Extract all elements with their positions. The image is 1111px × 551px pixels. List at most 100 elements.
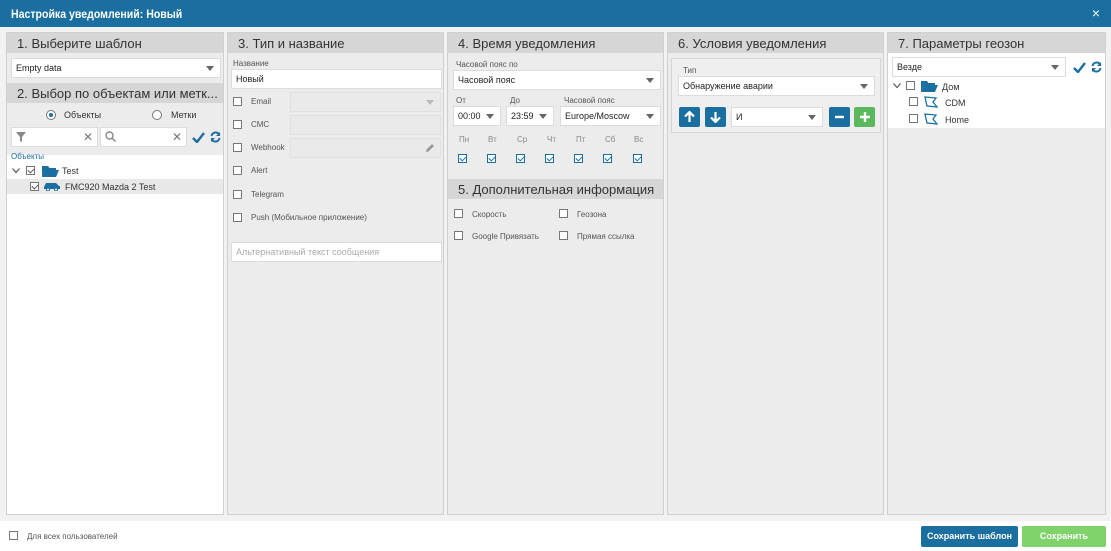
geofence-item-label[interactable]: Home <box>945 115 969 125</box>
type-name-header: 3. Тип и название <box>228 33 443 53</box>
webhook-checkbox[interactable] <box>233 143 242 152</box>
day-label: Пт <box>576 135 586 144</box>
search-input[interactable]: ✕ <box>100 127 187 147</box>
radio-objects[interactable] <box>46 110 56 120</box>
webhook-input[interactable] <box>290 138 441 158</box>
day-label: Ср <box>517 135 528 144</box>
chevron-down-icon <box>539 114 547 119</box>
objects-section-label: Объекты <box>11 152 44 161</box>
extra-option-label: Геозона <box>577 210 607 219</box>
tree-test-checkbox[interactable] <box>26 166 35 175</box>
extra-header: 5. Дополнительная информация <box>448 179 663 199</box>
geofence-filter-select[interactable]: Везде <box>892 57 1066 77</box>
day-checkbox-mon[interactable] <box>458 154 467 163</box>
extra-option-label: Google Привязать <box>472 232 539 241</box>
channel-sms-label: СМС <box>251 120 270 129</box>
move-up-button[interactable] <box>679 107 700 127</box>
template-select[interactable]: Empty data <box>11 58 221 78</box>
google-link-checkbox[interactable] <box>454 231 463 240</box>
tz-value: Europe/Moscow <box>565 111 630 121</box>
close-icon[interactable]: × <box>1092 5 1100 21</box>
day-checkbox-thu[interactable] <box>545 154 554 163</box>
title-bar: Настройка уведомлений: Новый × <box>0 0 1111 27</box>
polygon-icon <box>924 113 938 125</box>
all-users-label: Для всех пользователей <box>27 532 118 541</box>
tree-item-label[interactable]: Test <box>62 166 79 176</box>
geofence-checkbox[interactable] <box>559 209 568 218</box>
template-header: 1. Выберите шаблон <box>7 33 223 53</box>
radio-tags[interactable] <box>152 110 162 120</box>
remove-condition-button[interactable] <box>829 107 850 127</box>
condition-type-label: Тип <box>683 66 697 75</box>
save-button[interactable]: Сохранить <box>1022 526 1106 547</box>
sms-checkbox[interactable] <box>233 120 242 129</box>
geofence-group-label[interactable]: Дом <box>942 82 959 92</box>
refresh-icon[interactable] <box>1091 61 1102 73</box>
push-checkbox[interactable] <box>233 213 242 222</box>
channel-webhook-label: Webhook <box>251 143 285 152</box>
to-label: До <box>510 96 520 105</box>
speed-checkbox[interactable] <box>454 209 463 218</box>
day-checkbox-tue[interactable] <box>487 154 496 163</box>
name-input[interactable]: Новый <box>231 69 442 89</box>
car-icon <box>44 183 60 191</box>
sms-input[interactable] <box>290 115 441 135</box>
polygon-icon <box>924 96 938 108</box>
alert-checkbox[interactable] <box>233 166 242 175</box>
all-users-checkbox[interactable] <box>9 531 18 540</box>
to-time-value: 23:59 <box>511 111 534 121</box>
name-input-value: Новый <box>236 74 264 84</box>
radio-tags-label: Метки <box>171 110 197 120</box>
day-checkbox-sat[interactable] <box>603 154 612 163</box>
day-checkbox-sun[interactable] <box>633 154 642 163</box>
move-down-button[interactable] <box>705 107 726 127</box>
filter-input[interactable]: ✕ <box>11 127 98 147</box>
apply-check-icon[interactable] <box>192 132 205 143</box>
day-label: Вт <box>488 135 497 144</box>
geofence-group-checkbox[interactable] <box>906 81 915 90</box>
clear-search-icon[interactable]: ✕ <box>172 130 182 144</box>
tree-item-label[interactable]: FMC920 Mazda 2 Test <box>65 182 155 192</box>
chevron-down-icon <box>1051 65 1059 70</box>
tz-label: Часовой пояс <box>564 96 615 105</box>
save-template-button[interactable]: Сохранить шаблон <box>921 526 1018 547</box>
apply-check-icon[interactable] <box>1073 62 1086 73</box>
column-objects: 1. Выберите шаблон Empty data 2. Выбор п… <box>6 32 224 515</box>
geofence-cdm-checkbox[interactable] <box>909 97 918 106</box>
chevron-down-icon[interactable] <box>893 83 901 89</box>
plus-icon <box>859 112 870 122</box>
extra-option-label: Прямая ссылка <box>577 232 635 241</box>
name-label: Название <box>233 59 269 68</box>
from-time-value: 00:00 <box>458 111 481 121</box>
direct-link-checkbox[interactable] <box>559 231 568 240</box>
add-condition-button[interactable] <box>854 107 875 127</box>
condition-type-select[interactable]: Обнаружение аварии <box>678 76 875 96</box>
email-checkbox[interactable] <box>233 97 242 106</box>
day-checkbox-wed[interactable] <box>516 154 525 163</box>
alt-text-placeholder: Альтернативный текст сообщения <box>236 247 380 257</box>
condition-type-value: Обнаружение аварии <box>683 81 773 91</box>
geofence-home-checkbox[interactable] <box>909 114 918 123</box>
folder-open-icon <box>42 166 59 177</box>
logic-select[interactable]: И <box>731 107 823 127</box>
tree-vehicle-checkbox[interactable] <box>30 182 39 191</box>
refresh-icon[interactable] <box>210 131 221 143</box>
chevron-down-icon[interactable] <box>12 168 20 174</box>
from-time-select[interactable]: 00:00 <box>453 106 501 126</box>
channel-email-label: Email <box>251 97 272 106</box>
extra-option-label: Скорость <box>472 210 507 219</box>
pencil-icon[interactable] <box>425 143 435 153</box>
day-label: Сб <box>605 135 616 144</box>
chevron-down-icon <box>808 115 816 120</box>
tz-by-label: Часовой пояс по <box>456 60 518 69</box>
email-select[interactable] <box>290 92 441 112</box>
geofence-item-label[interactable]: CDM <box>945 98 966 108</box>
to-time-select[interactable]: 23:59 <box>506 106 554 126</box>
tz-select[interactable]: Europe/Moscow <box>560 106 661 126</box>
clear-filter-icon[interactable]: ✕ <box>83 130 93 144</box>
tz-by-select[interactable]: Часовой пояс <box>453 70 661 90</box>
day-checkbox-fri[interactable] <box>574 154 583 163</box>
alt-text-input[interactable]: Альтернативный текст сообщения <box>231 242 442 262</box>
telegram-checkbox[interactable] <box>233 190 242 199</box>
time-header: 4. Время уведомления <box>448 33 663 53</box>
